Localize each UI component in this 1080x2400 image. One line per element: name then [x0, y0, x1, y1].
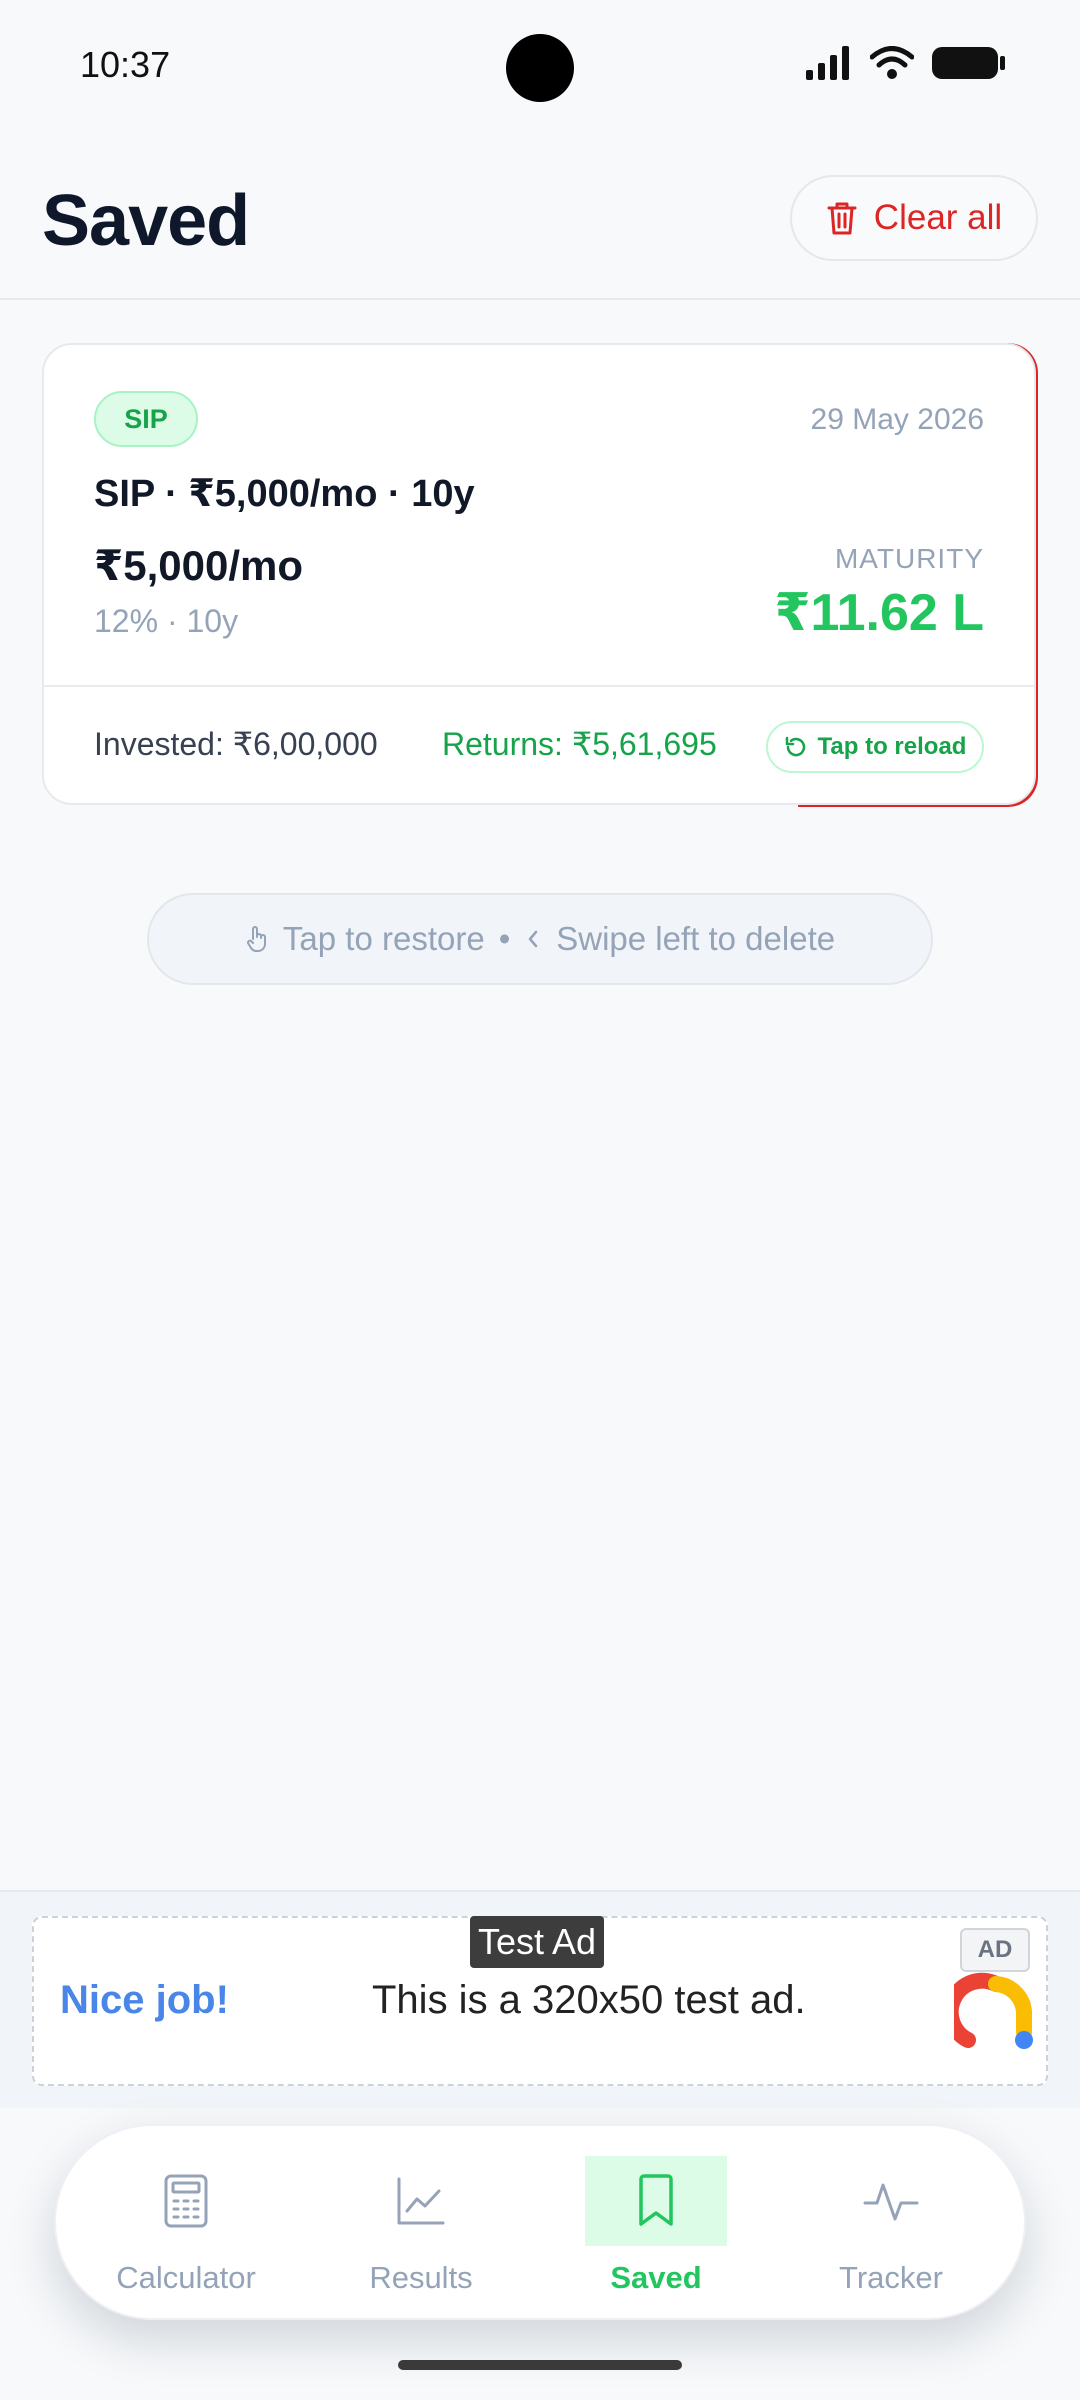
maturity-value: ₹11.62 L — [774, 584, 984, 642]
monthly-amount: ₹5,000/mo — [94, 542, 303, 589]
invested-amount: Invested: ₹6,00,000 — [94, 726, 378, 762]
chart-line-icon — [397, 2177, 445, 2225]
clear-all-button[interactable]: Clear all — [790, 175, 1038, 261]
bottom-navigation: Calculator Results Saved Tracker — [54, 2124, 1026, 2320]
nav-results-label: Results — [369, 2260, 473, 2295]
ad-logo-icon — [954, 1972, 1033, 2049]
bookmark-icon — [639, 2174, 673, 2226]
saved-date: 29 May 2026 — [810, 403, 984, 436]
refresh-icon — [785, 736, 805, 757]
nav-saved[interactable]: Saved — [556, 2126, 756, 2322]
nav-results[interactable]: Results — [321, 2126, 521, 2322]
chevron-left-icon — [529, 930, 538, 948]
nav-calculator[interactable]: Calculator — [86, 2126, 286, 2322]
ad-text: This is a 320x50 test ad. — [372, 1978, 806, 2022]
ad-banner[interactable]: Test Ad Nice job! This is a 320x50 test … — [32, 1916, 1048, 2086]
status-time: 10:37 — [80, 44, 171, 85]
saved-screen: 10:37 Saved Clear all SIP 29 May 2026 SI… — [0, 0, 1080, 2400]
hint-restore: Tap to restore — [282, 920, 485, 957]
calculator-icon — [164, 2174, 208, 2228]
card-divider — [44, 685, 1034, 687]
wifi-icon — [870, 46, 914, 79]
test-ad-label: Test Ad — [470, 1916, 605, 1968]
returns-amount: Returns: ₹5,61,695 — [442, 726, 717, 762]
saved-item-card[interactable]: SIP 29 May 2026 SIP · ₹5,000/mo · 10y ₹5… — [42, 343, 1036, 805]
ad-container: Test Ad Nice job! This is a 320x50 test … — [0, 1890, 1080, 2108]
signal-icon — [806, 46, 849, 80]
type-badge: SIP — [94, 391, 198, 447]
activity-icon — [863, 2183, 919, 2221]
ad-badge: AD — [960, 1928, 1030, 1972]
page-header: Saved Clear all — [0, 130, 1080, 300]
battery-icon — [932, 47, 1005, 79]
gesture-hint: Tap to restore • Swipe left to delete — [147, 893, 933, 985]
saved-item-swipe-wrapper[interactable]: SIP 29 May 2026 SIP · ₹5,000/mo · 10y ₹5… — [42, 343, 1038, 807]
status-bar: 10:37 — [0, 0, 1080, 130]
tap-to-reload-button[interactable]: Tap to reload — [766, 721, 984, 773]
nav-calculator-label: Calculator — [116, 2260, 256, 2295]
ad-headline: Nice job! — [60, 1978, 229, 2022]
nav-tracker-label: Tracker — [839, 2260, 943, 2295]
page-title: Saved — [42, 181, 250, 261]
clear-all-label: Clear all — [873, 198, 1003, 237]
nav-saved-label: Saved — [610, 2260, 702, 2295]
hand-pointer-icon — [246, 926, 266, 952]
hint-delete: Swipe left to delete — [556, 920, 836, 957]
camera-cutout — [506, 34, 574, 102]
saved-item-title: SIP · ₹5,000/mo · 10y — [94, 473, 475, 515]
status-icons — [806, 46, 1006, 80]
nav-tracker[interactable]: Tracker — [791, 2126, 991, 2322]
trash-icon — [827, 202, 857, 235]
rate-duration: 12% · 10y — [94, 603, 239, 639]
maturity-label: MATURITY — [834, 543, 984, 574]
home-indicator[interactable] — [398, 2360, 682, 2370]
hint-separator: • — [498, 920, 511, 957]
reload-label: Tap to reload — [817, 733, 967, 760]
